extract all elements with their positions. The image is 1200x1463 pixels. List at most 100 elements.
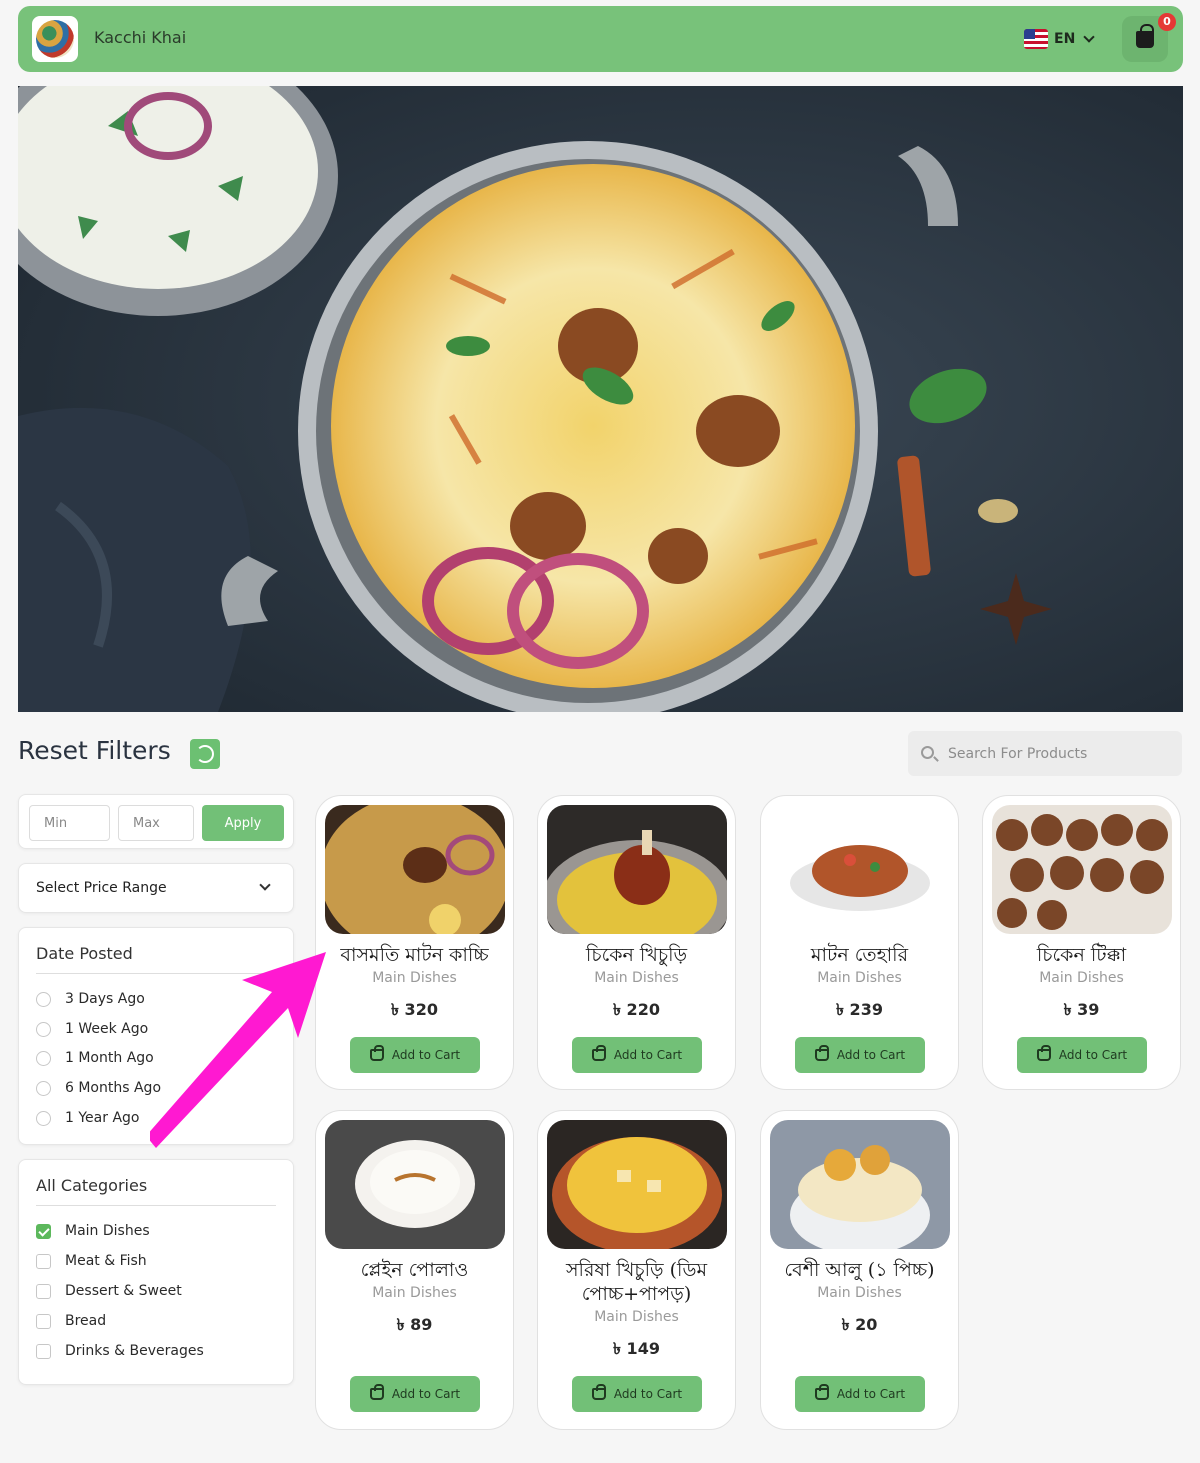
product-card[interactable]: প্লেইন পোলাও Main Dishes ৳ 89 Add to Car… [315,1110,514,1430]
add-to-cart-label: Add to Cart [391,1048,461,1062]
search-input[interactable] [948,731,1173,776]
shopping-bag-icon [1136,24,1154,48]
categories-panel: All Categories Main Dishes Meat & Fish D… [18,1159,294,1385]
language-selector[interactable]: EN [1024,26,1095,52]
date-option[interactable]: 1 Week Ago [36,1018,148,1040]
add-to-cart-button[interactable]: Add to Cart [572,1037,702,1073]
hero-banner [18,86,1183,712]
shopping-bag-icon [591,1384,606,1400]
date-option[interactable]: 3 Days Ago [36,988,145,1010]
brand-name[interactable]: Kacchi Khai [94,28,186,47]
date-option-label: 6 Months Ago [65,1080,162,1096]
product-image[interactable] [325,805,505,934]
product-image[interactable] [325,1120,505,1249]
date-option-label: 1 Month Ago [65,1050,154,1066]
date-posted-title: Date Posted [36,944,133,963]
refresh-icon[interactable] [190,739,220,769]
add-to-cart-button[interactable]: Add to Cart [572,1376,702,1412]
product-image[interactable] [547,805,727,934]
product-price: ৳ 320 [391,1000,438,1019]
category-option[interactable]: Dessert & Sweet [36,1280,182,1302]
product-image[interactable] [992,805,1172,934]
add-to-cart-button[interactable]: Add to Cart [1017,1037,1147,1073]
product-name[interactable]: প্লেইন পোলাও [320,1258,509,1282]
add-to-cart-button[interactable]: Add to Cart [350,1037,480,1073]
radio-button[interactable] [36,1080,51,1096]
add-to-cart-label: Add to Cart [613,1048,683,1062]
product-card[interactable]: বেশী আলু (১ পিচ্চ) Main Dishes ৳ 20 Add … [760,1110,959,1430]
category-option[interactable]: Meat & Fish [36,1250,147,1272]
add-to-cart-label: Add to Cart [613,1387,683,1401]
add-to-cart-label: Add to Cart [391,1387,461,1401]
checkbox[interactable] [36,1223,51,1239]
category-option-label: Dessert & Sweet [65,1283,182,1299]
date-option-label: 1 Week Ago [65,1021,149,1037]
price-range-select[interactable]: Select Price Range [18,863,294,913]
product-name[interactable]: মাটন তেহারি [765,943,954,967]
add-to-cart-label: Add to Cart [836,1048,906,1062]
product-card[interactable]: মাটন তেহারি Main Dishes ৳ 239 Add to Car… [760,795,959,1090]
product-image[interactable] [547,1120,727,1249]
add-to-cart-button[interactable]: Add to Cart [795,1037,925,1073]
product-price: ৳ 39 [1063,1000,1100,1019]
shopping-bag-icon [369,1045,384,1061]
product-image[interactable] [770,1120,950,1249]
language-label: EN [1054,31,1076,47]
product-category: Main Dishes [817,1285,902,1301]
product-name[interactable]: বাসমতি মাটন কাচ্চি [320,943,509,967]
checkbox[interactable] [36,1313,51,1329]
product-name[interactable]: চিকেন খিচুড়ি [542,943,731,967]
checkbox[interactable] [36,1253,51,1269]
date-option[interactable]: 1 Month Ago [36,1047,154,1069]
category-option-label: Drinks & Beverages [65,1343,204,1359]
radio-button[interactable] [36,1021,51,1037]
category-option-label: Meat & Fish [65,1253,147,1269]
add-to-cart-label: Add to Cart [1058,1048,1128,1062]
product-card[interactable]: সরিষা খিচুড়ি (ডিম পোচ্চ+পাপড়) Main Dis… [537,1110,736,1430]
radio-button[interactable] [36,1050,51,1066]
product-price: ৳ 149 [613,1339,660,1358]
shopping-bag-icon [1036,1045,1051,1061]
category-option-label: Main Dishes [65,1223,150,1239]
add-to-cart-button[interactable]: Add to Cart [350,1376,480,1412]
divider [36,1205,276,1206]
product-image[interactable] [770,805,950,934]
product-category: Main Dishes [817,970,902,986]
category-option[interactable]: Main Dishes [36,1220,150,1242]
apply-button[interactable]: Apply [202,805,284,841]
category-option[interactable]: Drinks & Beverages [36,1340,204,1362]
product-name[interactable]: সরিষা খিচুড়ি (ডিম পোচ্চ+পাপড়) [542,1258,731,1306]
date-option[interactable]: 1 Year Ago [36,1107,139,1129]
min-price-input[interactable] [29,805,110,841]
checkbox[interactable] [36,1343,51,1359]
price-filter-panel: Apply [18,794,294,849]
product-category: Main Dishes [372,1285,457,1301]
us-flag-icon [1024,29,1048,49]
search-icon [921,746,934,759]
shopping-bag-icon [591,1045,606,1061]
product-name[interactable]: বেশী আলু (১ পিচ্চ) [765,1258,954,1282]
product-price: ৳ 220 [613,1000,660,1019]
product-price: ৳ 89 [396,1315,433,1334]
radio-button[interactable] [36,1110,51,1126]
checkbox[interactable] [36,1283,51,1299]
product-card[interactable]: চিকেন খিচুড়ি Main Dishes ৳ 220 Add to C… [537,795,736,1090]
brand-logo[interactable] [32,16,78,62]
product-price: ৳ 20 [841,1315,878,1334]
product-card[interactable]: বাসমতি মাটন কাচ্চি Main Dishes ৳ 320 Add… [315,795,514,1090]
cart-count-badge: 0 [1158,13,1176,31]
chevron-down-icon [259,879,271,891]
category-option[interactable]: Bread [36,1310,106,1332]
radio-button[interactable] [36,991,51,1007]
max-price-input[interactable] [118,805,194,841]
product-price: ৳ 239 [836,1000,883,1019]
add-to-cart-button[interactable]: Add to Cart [795,1376,925,1412]
product-category: Main Dishes [594,970,679,986]
categories-title: All Categories [36,1176,148,1195]
product-card[interactable]: চিকেন টিক্কা Main Dishes ৳ 39 Add to Car… [982,795,1181,1090]
date-option[interactable]: 6 Months Ago [36,1077,161,1099]
product-name[interactable]: চিকেন টিক্কা [987,943,1176,967]
product-category: Main Dishes [372,970,457,986]
date-option-label: 3 Days Ago [65,991,145,1007]
add-to-cart-label: Add to Cart [836,1387,906,1401]
